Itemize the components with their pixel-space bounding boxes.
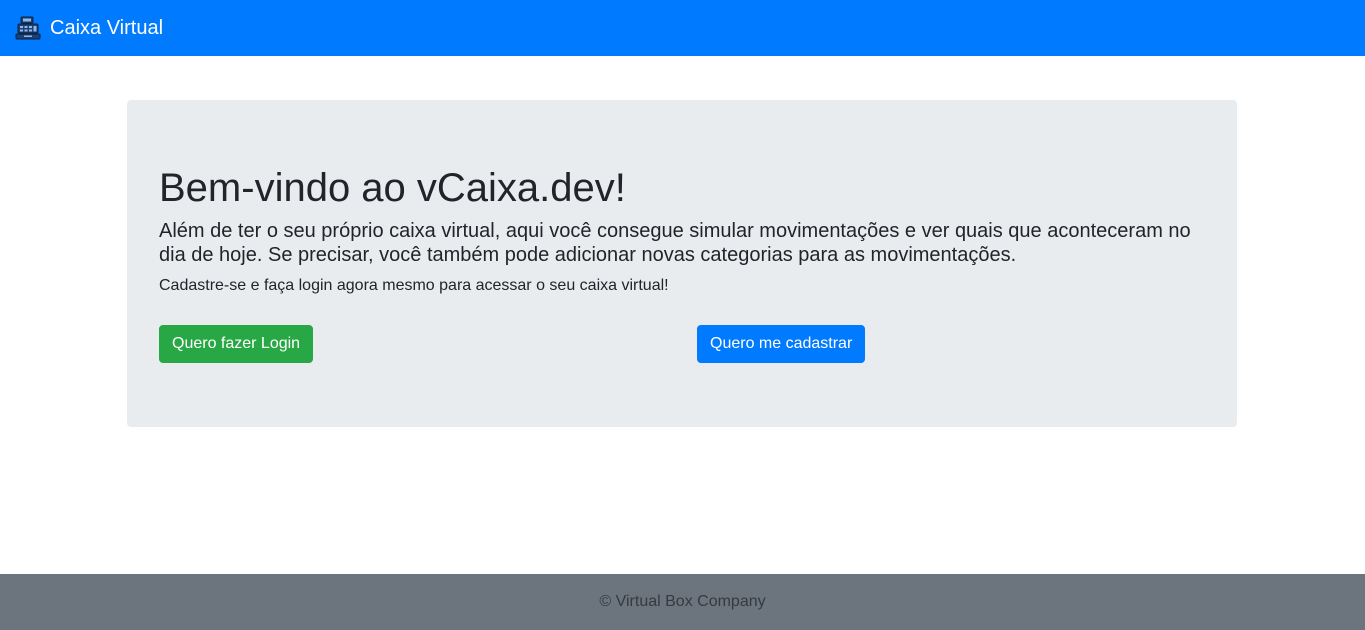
footer-copyright: © Virtual Box Company [599,593,766,610]
cash-register-icon [15,15,41,41]
brand-title: Caixa Virtual [50,17,164,39]
register-button[interactable]: Quero me cadastrar [697,325,865,363]
signup-prompt: Cadastre-se e faça login agora mesmo par… [159,277,669,294]
page-footer: © Virtual Box Company [0,574,1365,630]
top-navbar: Caixa Virtual [0,0,1365,56]
lead-paragraph: Além de ter o seu próprio caixa virtual,… [159,220,1191,266]
welcome-jumbotron: Bem-vindo ao vCaixa.dev! Além de ter o s… [127,100,1237,427]
login-button[interactable]: Quero fazer Login [159,325,313,363]
page-title: Bem-vindo ao vCaixa.dev! [159,166,626,210]
brand-link[interactable]: Caixa Virtual [15,15,163,41]
